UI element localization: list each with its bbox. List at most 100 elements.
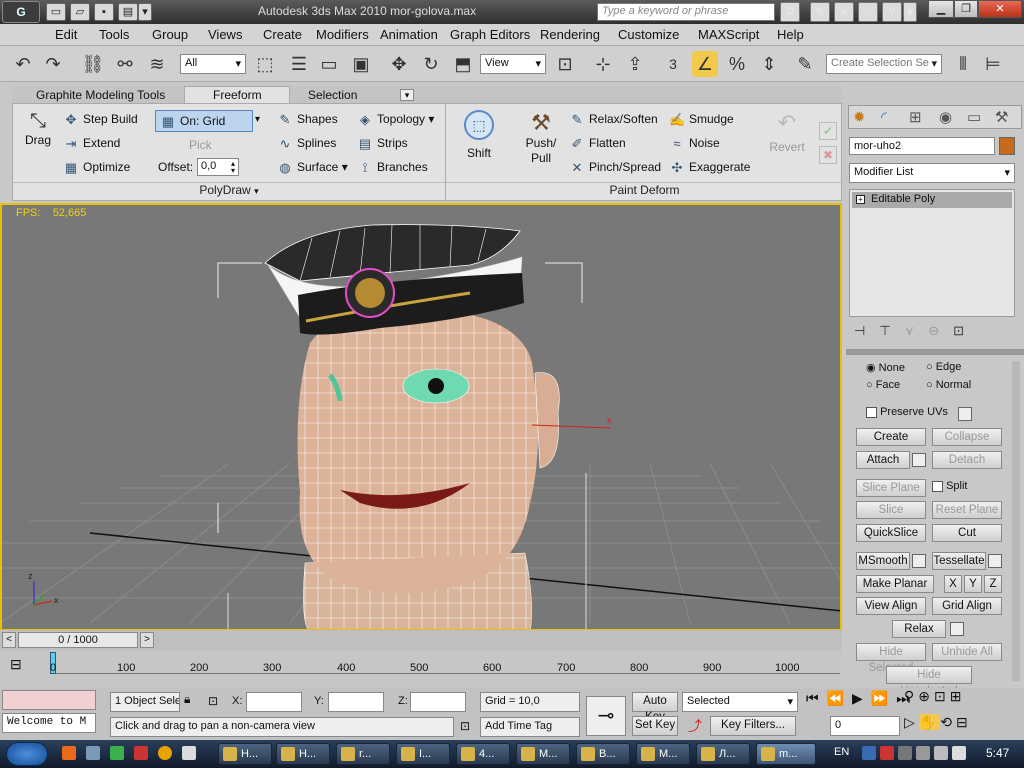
maxscript-mini-listener[interactable]: Welcome to M (2, 713, 96, 733)
select-and-manipulate-icon[interactable]: ⊹ (590, 51, 616, 77)
msmooth-button[interactable]: MSmooth (856, 552, 910, 570)
menu-tools[interactable]: Tools (99, 27, 129, 42)
selection-filter-dropdown[interactable]: All ▾ (180, 54, 246, 74)
branches-button[interactable]: ⟟ Branches (357, 160, 428, 176)
push-pull-button[interactable]: ⚒ Push/ Pull (521, 110, 561, 166)
noise-button[interactable]: ≈ Noise (669, 136, 719, 152)
select-object-icon[interactable]: ⬚ (252, 51, 278, 77)
open-file-icon[interactable]: ▱ (70, 3, 90, 21)
make-planar-button[interactable]: Make Planar (856, 575, 934, 593)
key-mode-dropdown[interactable]: Selected ▾ (682, 692, 798, 712)
attach-settings-icon[interactable] (912, 453, 926, 467)
command-panel-scrollbar[interactable] (1012, 361, 1020, 681)
collapse-button[interactable]: Collapse (932, 428, 1002, 446)
angle-snap-icon[interactable]: ∠ (692, 51, 718, 77)
zoom-icon[interactable]: ⚲ (904, 688, 918, 704)
z-coordinate-field[interactable] (410, 692, 466, 712)
time-next-icon[interactable]: > (140, 632, 154, 648)
preserve-uvs-settings-icon[interactable] (958, 407, 972, 421)
topology-button[interactable]: ◈ Topology ▾ (357, 112, 434, 128)
menu-create[interactable]: Create (263, 27, 302, 42)
tab-selection[interactable]: Selection (308, 88, 357, 102)
menu-graph-editors[interactable]: Graph Editors (450, 27, 530, 42)
menu-animation[interactable]: Animation (380, 27, 438, 42)
window-crossing-icon[interactable]: ▣ (348, 51, 374, 77)
pin-stack-icon[interactable]: ⊣ (854, 323, 879, 338)
edit-named-selection-icon[interactable]: ✎ (792, 51, 818, 77)
field-of-view-icon[interactable]: ▷ (904, 714, 919, 730)
taskbar-item[interactable]: B... (576, 743, 630, 765)
shift-button[interactable]: ⬚ Shift (459, 110, 499, 160)
explorer-icon[interactable] (182, 746, 196, 760)
tray-icon[interactable] (916, 746, 930, 760)
named-selection-input[interactable]: Create Selection Se ▾ (826, 54, 942, 74)
step-build-button[interactable]: ✥ Step Build (63, 112, 138, 128)
project-folder-icon[interactable]: ▤ (118, 3, 138, 21)
maximize-viewport-icon[interactable]: ⊟ (956, 714, 972, 730)
undo-icon[interactable]: ↶ (10, 51, 36, 77)
tray-icon[interactable] (898, 746, 912, 760)
modify-tab-icon[interactable]: ◜ (881, 108, 887, 126)
menu-views[interactable]: Views (208, 27, 242, 42)
move-icon[interactable]: ✥ (386, 51, 412, 77)
favorites-icon[interactable]: ☆ (858, 2, 878, 22)
split-checkbox[interactable]: Split (932, 480, 967, 492)
create-tab-icon[interactable]: ✹ (853, 108, 866, 126)
binoculars-icon[interactable]: ⚲ (780, 2, 800, 22)
taskbar-item-active[interactable]: m... (756, 743, 816, 765)
taskbar-item[interactable]: Л... (696, 743, 750, 765)
absolute-mode-icon[interactable]: ⊡ (208, 694, 218, 708)
hierarchy-tab-icon[interactable]: ⊞ (909, 108, 922, 126)
polydraw-section-label[interactable]: PolyDraw ▾ (13, 182, 445, 200)
view-align-button[interactable]: View Align (856, 597, 926, 615)
set-key-icon[interactable]: ⊸ (586, 696, 626, 736)
time-prev-icon[interactable]: < (2, 632, 16, 648)
drag-button[interactable]: ⤡ Drag (23, 110, 53, 147)
strips-button[interactable]: ▤ Strips (357, 136, 408, 152)
slice-button[interactable]: Slice (856, 501, 926, 519)
tessellate-settings-icon[interactable] (988, 554, 1002, 568)
help-icon[interactable]: ? (882, 2, 902, 22)
menu-help[interactable]: Help (777, 27, 804, 42)
save-icon[interactable]: ▪ (94, 3, 114, 21)
slice-plane-button[interactable]: Slice Plane (856, 479, 926, 497)
subscription-icon[interactable]: ✎ (810, 2, 830, 22)
zoom-extents-all-icon[interactable]: ⊞ (950, 688, 966, 704)
new-file-icon[interactable]: ▭ (46, 3, 66, 21)
language-indicator[interactable]: EN (834, 746, 849, 758)
object-name-field[interactable]: mor-uho2 (849, 137, 995, 155)
on-grid-dropdown[interactable]: ▦ On: Grid (155, 110, 253, 132)
zoom-extents-icon[interactable]: ⊡ (934, 688, 950, 704)
unhide-all-button[interactable]: Unhide All (932, 643, 1002, 661)
tessellate-button[interactable]: Tessellate (932, 552, 986, 570)
quick-access-dropdown-icon[interactable]: ▾ (138, 3, 152, 21)
unlink-icon[interactable]: ⚯ (112, 51, 138, 77)
attach-button[interactable]: Attach (856, 451, 910, 469)
key-filters-button[interactable]: Key Filters... (710, 716, 796, 736)
rectangular-selection-icon[interactable]: ▭ (316, 51, 342, 77)
keyboard-shortcut-override-icon[interactable]: ⇪ (622, 51, 648, 77)
object-color-swatch[interactable] (999, 137, 1015, 155)
menu-modifiers[interactable]: Modifiers (316, 27, 369, 42)
radio-none[interactable]: ◉ None (866, 361, 905, 374)
planar-x-button[interactable]: X (944, 575, 962, 593)
y-coordinate-field[interactable] (328, 692, 384, 712)
shapes-button[interactable]: ✎ Shapes (277, 112, 338, 128)
planar-z-button[interactable]: Z (984, 575, 1002, 593)
pan-view-icon[interactable]: ✋ (918, 714, 941, 730)
search-input[interactable]: Type a keyword or phrase (597, 3, 775, 21)
flatten-button[interactable]: ✐ Flatten (569, 136, 626, 152)
optimize-button[interactable]: ▦ Optimize (63, 160, 131, 176)
align-icon[interactable]: ⊨ (980, 51, 1006, 77)
exaggerate-button[interactable]: ✣ Exaggerate (669, 160, 751, 176)
menu-group[interactable]: Group (152, 27, 188, 42)
mini-curve-editor-icon[interactable]: ⊟ (10, 656, 22, 673)
show-end-result-icon[interactable]: ⊤ (879, 323, 904, 338)
perspective-viewport[interactable]: x z x FPS: 52,665 (0, 203, 842, 631)
configure-modifier-sets-icon[interactable]: ⊡ (953, 323, 978, 338)
zoom-all-icon[interactable]: ⊕ (918, 688, 934, 704)
grid-align-button[interactable]: Grid Align (932, 597, 1002, 615)
radio-face[interactable]: ○ Face (866, 379, 900, 391)
reference-coordinate-dropdown[interactable]: View ▾ (480, 54, 546, 74)
opera-icon[interactable] (134, 746, 148, 760)
